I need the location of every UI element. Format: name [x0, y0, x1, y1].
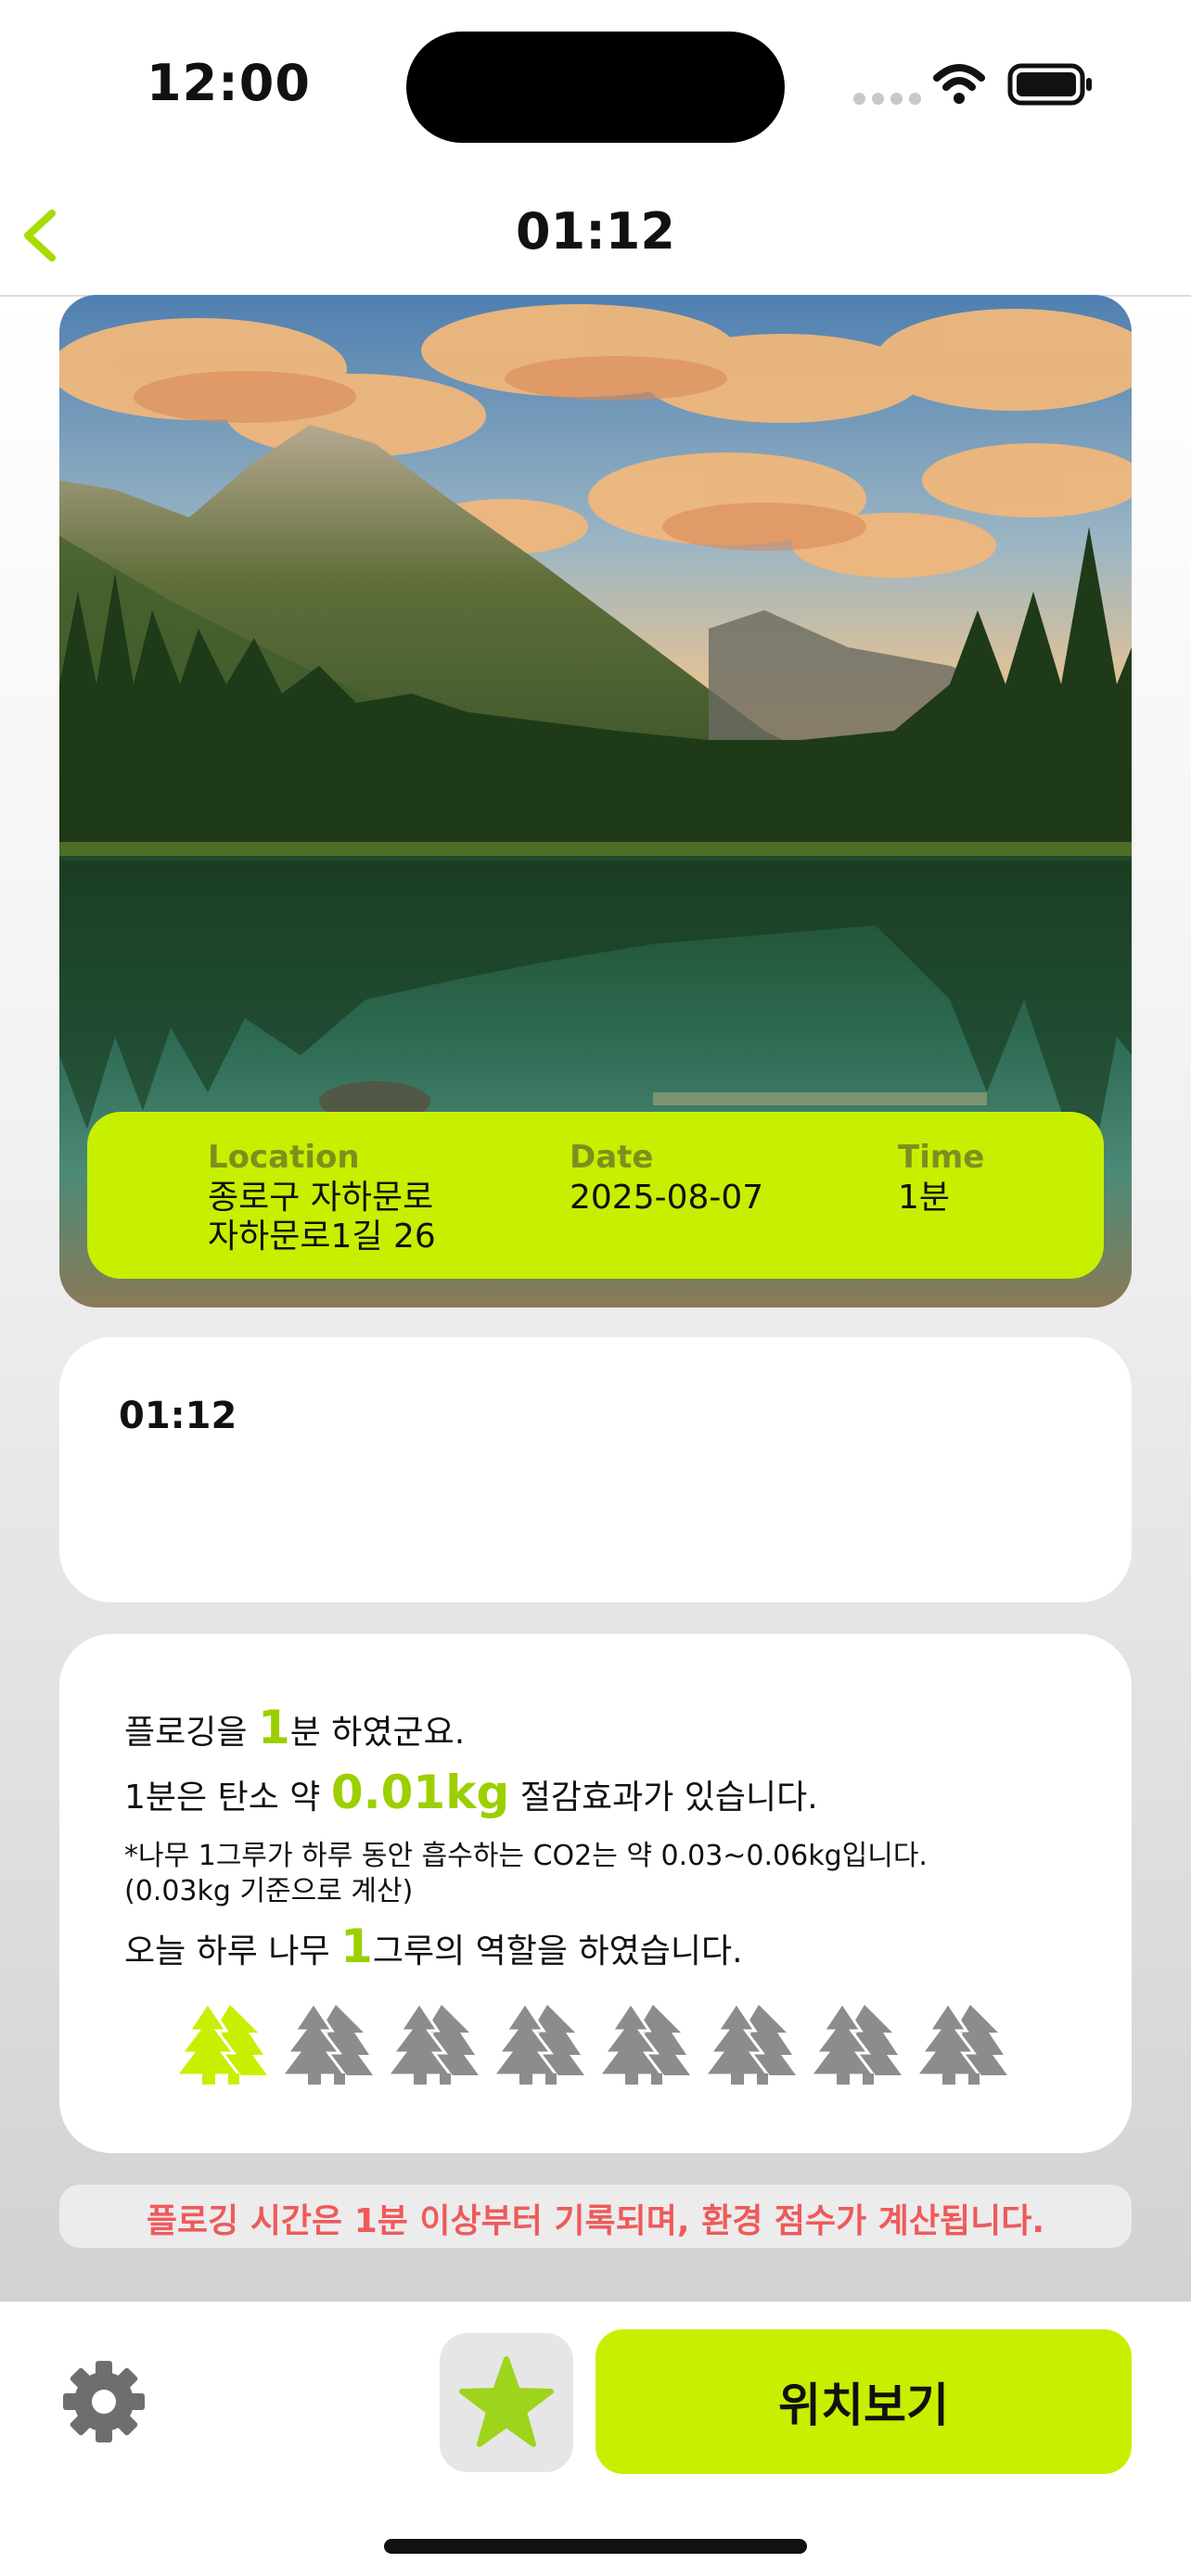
- tree-icon: [596, 2001, 690, 2085]
- tree-icon: [385, 2001, 479, 2085]
- tree-icon: [914, 2001, 1007, 2085]
- tree-icon: [176, 2001, 267, 2085]
- notice-text: 플로깅 시간은 1분 이상부터 기록되며, 환경 점수가 계산됩니다.: [146, 2202, 1045, 2240]
- summary-line-trees: 오늘 하루 나무 1그루의 역할을 하였습니다.: [124, 1919, 743, 1973]
- battery-icon: [1007, 63, 1092, 106]
- tree-rating: [176, 2001, 1007, 2085]
- summary-line-carbon: 1분은 탄소 약 0.01kg 절감효과가 있습니다.: [124, 1766, 818, 1819]
- summary-carbon-number: 0.01kg: [330, 1766, 510, 1819]
- status-time: 12:00: [147, 54, 311, 112]
- tree-icon: [491, 2001, 584, 2085]
- summary-line2-post: 절감효과가 있습니다.: [509, 1779, 818, 1817]
- date-label: Date: [570, 1139, 654, 1176]
- gear-icon[interactable]: [61, 2359, 147, 2444]
- time-value: 1분: [898, 1179, 951, 1217]
- summary-line1-pre: 플로깅을: [124, 1714, 258, 1752]
- wifi-icon: [933, 64, 985, 104]
- location-label: Location: [208, 1139, 360, 1176]
- time-label: Time: [898, 1139, 985, 1176]
- date-value: 2025-08-07: [570, 1179, 764, 1217]
- page-title: 01:12: [516, 202, 675, 261]
- record-time-card: [59, 1337, 1132, 1602]
- signal-dot: [853, 93, 865, 105]
- signal-dot: [890, 93, 903, 105]
- star-icon: [459, 2356, 554, 2447]
- favorite-button[interactable]: [440, 2333, 573, 2472]
- tree-icon: [702, 2001, 796, 2085]
- location-line1: 종로구 자하문로: [208, 1179, 434, 1217]
- location-line2: 자하문로1길 26: [208, 1218, 436, 1256]
- tree-icon: [808, 2001, 902, 2085]
- dynamic-island: [406, 32, 785, 143]
- summary-line3-pre: 오늘 하루 나무: [124, 1932, 341, 1970]
- summary-line-duration: 플로깅을 1분 하였군요.: [124, 1701, 465, 1754]
- signal-dot: [909, 93, 921, 105]
- summary-line1-post: 분 하였군요.: [289, 1714, 466, 1752]
- home-indicator: [384, 2539, 807, 2554]
- view-location-button[interactable]: 위치보기: [596, 2329, 1132, 2474]
- tree-icon: [279, 2001, 373, 2085]
- summary-trees-number: 1: [340, 1919, 373, 1973]
- summary-line3-post: 그루의 역할을 하였습니다.: [372, 1932, 743, 1970]
- summary-line2-pre: 1분은 탄소 약: [124, 1779, 331, 1817]
- record-time-text: 01:12: [119, 1395, 237, 1437]
- signal-dot: [872, 93, 884, 105]
- summary-duration-number: 1: [257, 1701, 290, 1754]
- summary-note-2: (0.03kg 기준으로 계산): [124, 1875, 414, 1907]
